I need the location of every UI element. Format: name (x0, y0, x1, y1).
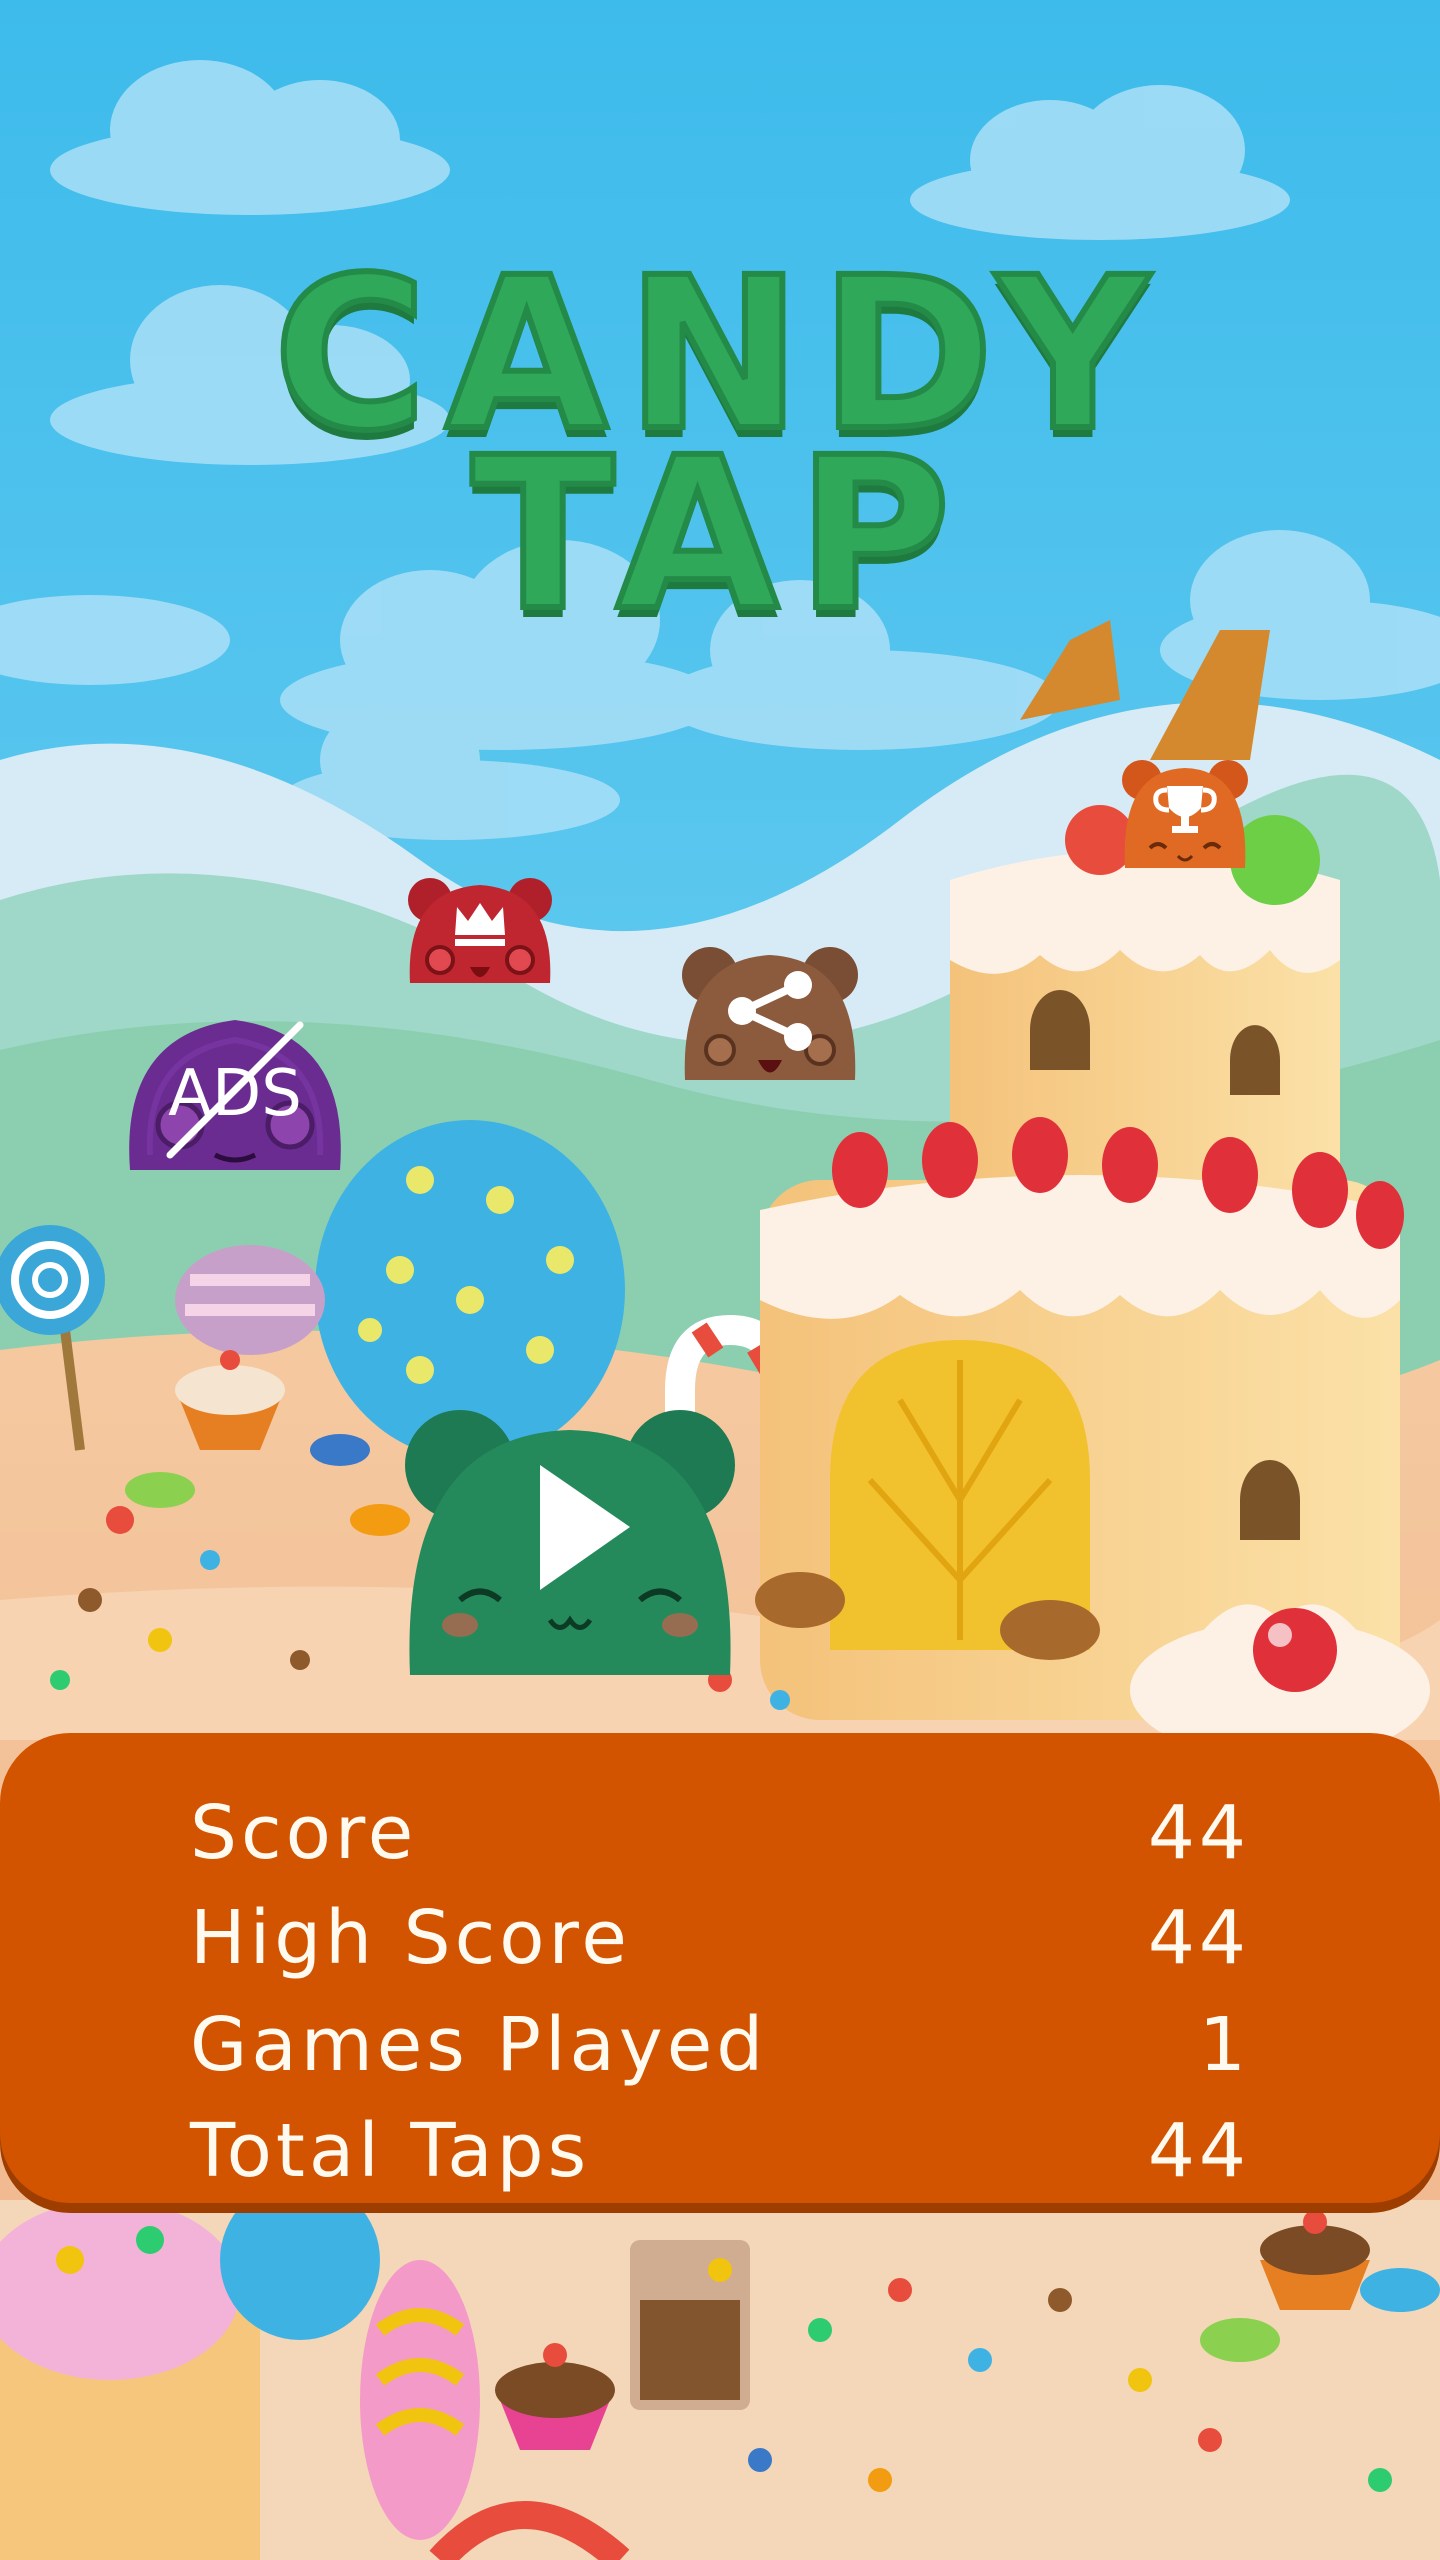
stat-label: Total Taps (190, 2108, 591, 2194)
stat-label: Score (190, 1790, 418, 1876)
game-title-line2: TAP (468, 412, 969, 657)
stat-label: High Score (190, 1895, 631, 1981)
stat-value: 44 (1147, 1790, 1250, 1876)
remove-ads-label: ADS (168, 1057, 302, 1131)
stats-panel: Score 44 High Score 44 Games Played 1 To… (0, 1733, 1440, 2203)
share-button[interactable] (680, 935, 860, 1095)
stat-value: 44 (1147, 1895, 1250, 1981)
stat-row-total-taps: Total Taps 44 (190, 2101, 1250, 2201)
game-screen: CANDY TAP ADS Score 44 High Score 44 Gam… (0, 0, 1440, 2560)
stat-value: 1 (1198, 2002, 1250, 2088)
play-button[interactable] (400, 1395, 740, 1695)
stat-row-score: Score 44 (190, 1783, 1250, 1883)
stat-row-games-played: Games Played 1 (190, 1995, 1250, 2095)
stat-row-high-score: High Score 44 (190, 1888, 1250, 1988)
remove-ads-button[interactable]: ADS (120, 995, 350, 1195)
stat-label: Games Played (190, 2002, 768, 2088)
leaderboard-button[interactable] (405, 865, 555, 995)
stat-value: 44 (1147, 2108, 1250, 2194)
achievements-button[interactable] (1120, 750, 1250, 880)
